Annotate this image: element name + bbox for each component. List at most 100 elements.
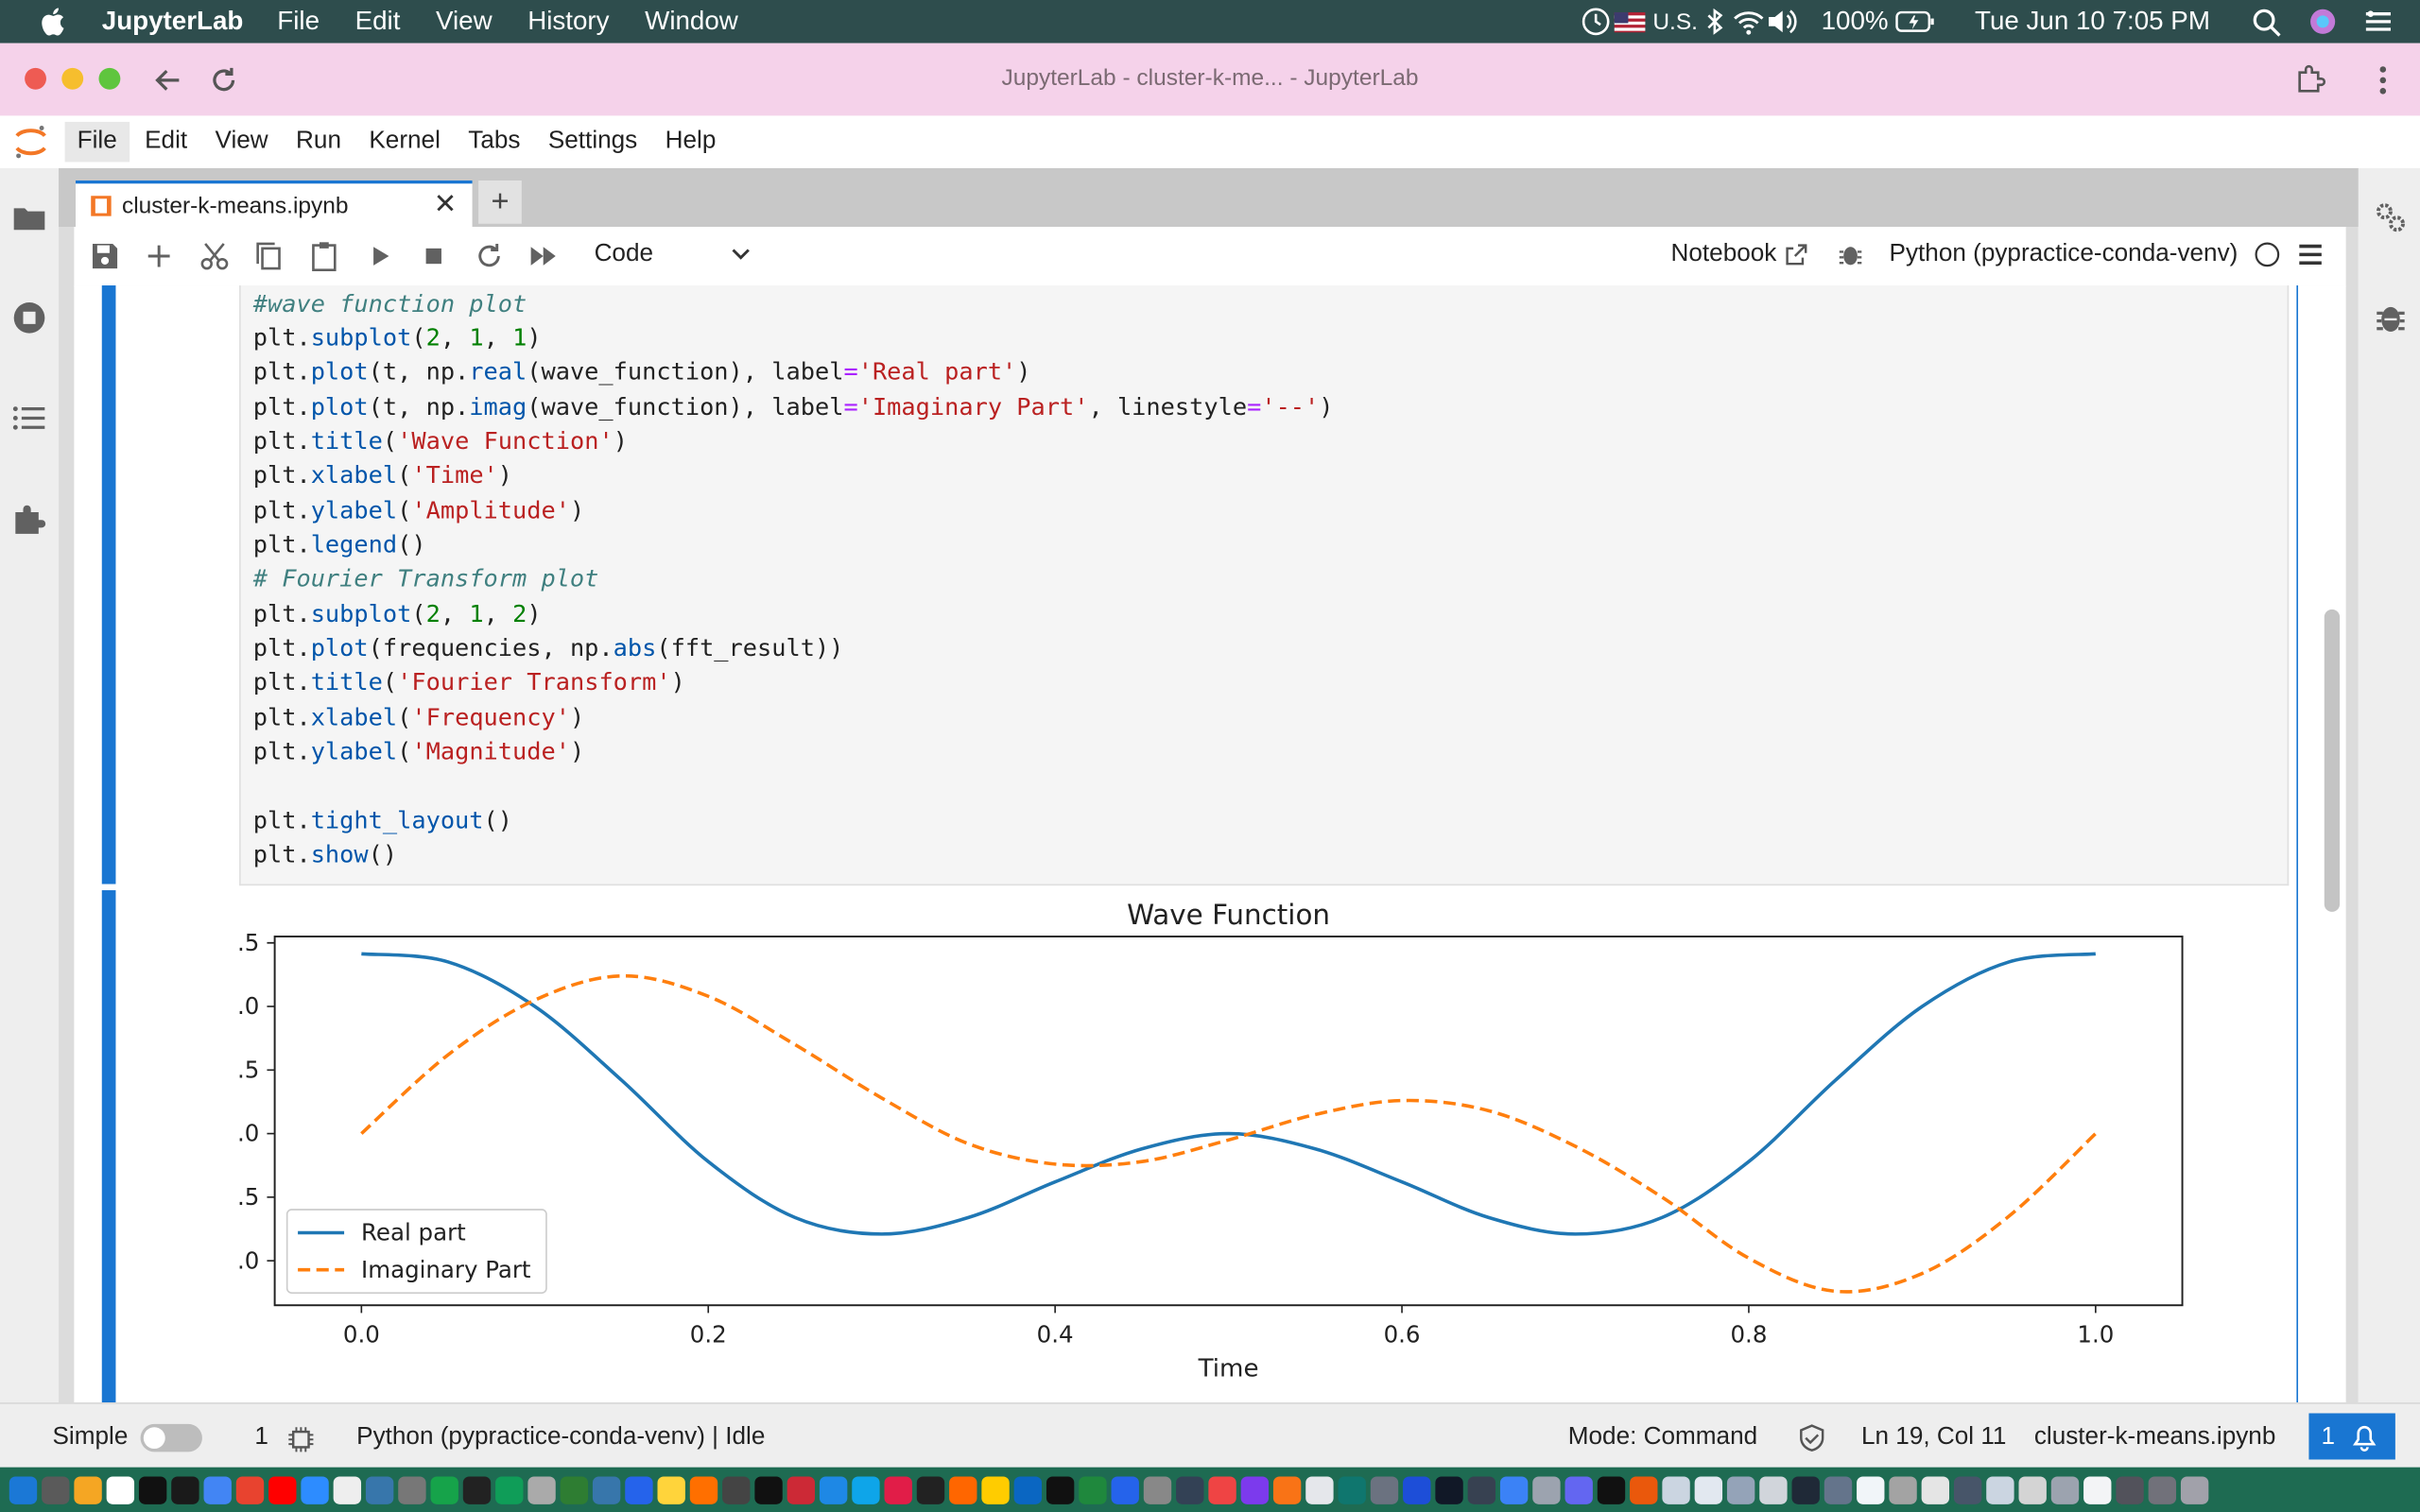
dock-app-icon[interactable]: [1338, 1475, 1366, 1504]
dock-app-icon[interactable]: [1597, 1475, 1626, 1504]
app-name[interactable]: JupyterLab: [102, 7, 244, 38]
dock-app-icon[interactable]: [42, 1475, 70, 1504]
dock-app-icon[interactable]: [430, 1475, 458, 1504]
dock-app-icon[interactable]: [527, 1475, 556, 1504]
interrupt-kernel-stop-icon[interactable]: [418, 241, 449, 272]
mac-menu-file[interactable]: File: [277, 7, 320, 38]
dock-app-icon[interactable]: [1889, 1475, 1917, 1504]
dock-app-icon[interactable]: [852, 1475, 880, 1504]
paste-icon[interactable]: [309, 241, 340, 272]
close-tab-icon[interactable]: ✕: [434, 188, 458, 220]
dock-app-icon[interactable]: [1240, 1475, 1270, 1504]
table-of-contents-icon[interactable]: [12, 401, 46, 435]
dock-app-icon[interactable]: [1013, 1475, 1043, 1504]
dock-app-icon[interactable]: [1662, 1475, 1690, 1504]
dock-app-icon[interactable]: [301, 1475, 329, 1504]
file-browser-folder-icon[interactable]: [12, 200, 46, 234]
dock-app-icon[interactable]: [916, 1475, 945, 1504]
mac-menu-history[interactable]: History: [527, 7, 609, 38]
code-cell-editor[interactable]: #wave function plot plt.subplot(2, 1, 1)…: [239, 285, 2290, 886]
dock-app-icon[interactable]: [1208, 1475, 1236, 1504]
dock-app-icon[interactable]: [1921, 1475, 1950, 1504]
jupyter-menu-settings[interactable]: Settings: [536, 122, 650, 162]
dock-app-icon[interactable]: [1176, 1475, 1204, 1504]
cut-scissors-icon[interactable]: [199, 241, 231, 272]
save-icon[interactable]: [90, 241, 121, 272]
dock-app-icon[interactable]: [398, 1475, 426, 1504]
dock-app-icon[interactable]: [171, 1475, 199, 1504]
dock-app-icon[interactable]: [560, 1475, 589, 1504]
dock-app-icon[interactable]: [138, 1475, 167, 1504]
dock-app-icon[interactable]: [2180, 1475, 2209, 1504]
dock-app-icon[interactable]: [657, 1475, 685, 1504]
cursor-position[interactable]: Ln 19, Col 11: [1861, 1424, 2006, 1452]
dock-app-icon[interactable]: [1143, 1475, 1172, 1504]
dock-app-icon[interactable]: [2148, 1475, 2177, 1504]
dock-app-icon[interactable]: [884, 1475, 912, 1504]
dock-app-icon[interactable]: [333, 1475, 362, 1504]
jupyter-menu-edit[interactable]: Edit: [132, 122, 199, 162]
jupyter-menu-run[interactable]: Run: [284, 122, 354, 162]
dock-app-icon[interactable]: [1370, 1475, 1399, 1504]
dock-app-icon[interactable]: [1986, 1475, 2014, 1504]
dock-app-icon[interactable]: [1272, 1475, 1302, 1504]
dock-app-icon[interactable]: [1630, 1475, 1658, 1504]
simple-mode-toggle[interactable]: [140, 1423, 202, 1452]
mac-menu-edit[interactable]: Edit: [355, 7, 401, 38]
dock-app-icon[interactable]: [1046, 1475, 1075, 1504]
dock-app-icon[interactable]: [2116, 1475, 2144, 1504]
dock-app-icon[interactable]: [1564, 1475, 1593, 1504]
dock-app-icon[interactable]: [462, 1475, 492, 1504]
mac-menu-window[interactable]: Window: [645, 7, 738, 38]
insert-cell-plus-icon[interactable]: [144, 241, 175, 272]
dock-app-icon[interactable]: [949, 1475, 977, 1504]
clock[interactable]: Tue Jun 10 7:05 PM: [1975, 7, 2210, 38]
dock-app-icon[interactable]: [1791, 1475, 1820, 1504]
dock-app-icon[interactable]: [754, 1475, 783, 1504]
debugger-bug-icon[interactable]: [2372, 300, 2409, 336]
dock-app-icon[interactable]: [235, 1475, 265, 1504]
open-in-notebook-link[interactable]: Notebook: [1671, 241, 1777, 268]
notebook-scrollbar[interactable]: [2324, 609, 2341, 912]
dock-app-icon[interactable]: [1079, 1475, 1107, 1504]
dock-app-icon[interactable]: [203, 1475, 232, 1504]
dock-app-icon[interactable]: [268, 1475, 297, 1504]
dock-app-icon[interactable]: [1726, 1475, 1755, 1504]
volume-icon[interactable]: [1766, 7, 1800, 38]
dock-app-icon[interactable]: [1111, 1475, 1139, 1504]
dock-app-icon[interactable]: [74, 1475, 102, 1504]
dock-app-icon[interactable]: [722, 1475, 751, 1504]
mac-menu-view[interactable]: View: [436, 7, 493, 38]
dock-app-icon[interactable]: [495, 1475, 524, 1504]
dock-app-icon[interactable]: [1759, 1475, 1788, 1504]
input-locale[interactable]: U.S.: [1652, 9, 1698, 35]
external-link-icon[interactable]: [1785, 242, 1809, 266]
us-flag-icon[interactable]: [1613, 7, 1647, 38]
copy-icon[interactable]: [253, 241, 285, 272]
dock-app-icon[interactable]: [592, 1475, 621, 1504]
dock-app-icon[interactable]: [625, 1475, 653, 1504]
dock-app-icon[interactable]: [1824, 1475, 1853, 1504]
cell-type-dropdown[interactable]: Code: [595, 241, 750, 268]
kernel-status-text[interactable]: Python (pypractice-conda-venv) | Idle: [356, 1424, 765, 1452]
dock-app-icon[interactable]: [9, 1475, 38, 1504]
extensions-icon[interactable]: [2293, 63, 2327, 97]
restart-kernel-icon[interactable]: [474, 241, 505, 272]
run-cell-play-icon[interactable]: [364, 241, 395, 272]
terminal-count[interactable]: 1: [254, 1424, 268, 1452]
dock-app-icon[interactable]: [1403, 1475, 1431, 1504]
dock-app-icon[interactable]: [365, 1475, 394, 1504]
time-machine-icon[interactable]: [1579, 7, 1613, 38]
jupyter-menu-view[interactable]: View: [202, 122, 280, 162]
dock-app-icon[interactable]: [106, 1475, 135, 1504]
dock-app-icon[interactable]: [2083, 1475, 2112, 1504]
dock-app-icon[interactable]: [1499, 1475, 1529, 1504]
dock-app-icon[interactable]: [981, 1475, 1010, 1504]
restart-run-all-fast-forward-icon[interactable]: [527, 241, 559, 272]
dock-app-icon[interactable]: [1532, 1475, 1561, 1504]
spotlight-search-icon[interactable]: [2250, 7, 2284, 38]
dock-app-icon[interactable]: [819, 1475, 848, 1504]
wifi-icon[interactable]: [1732, 7, 1766, 38]
notifications-button[interactable]: 1: [2308, 1413, 2395, 1460]
apple-icon[interactable]: [37, 5, 71, 39]
